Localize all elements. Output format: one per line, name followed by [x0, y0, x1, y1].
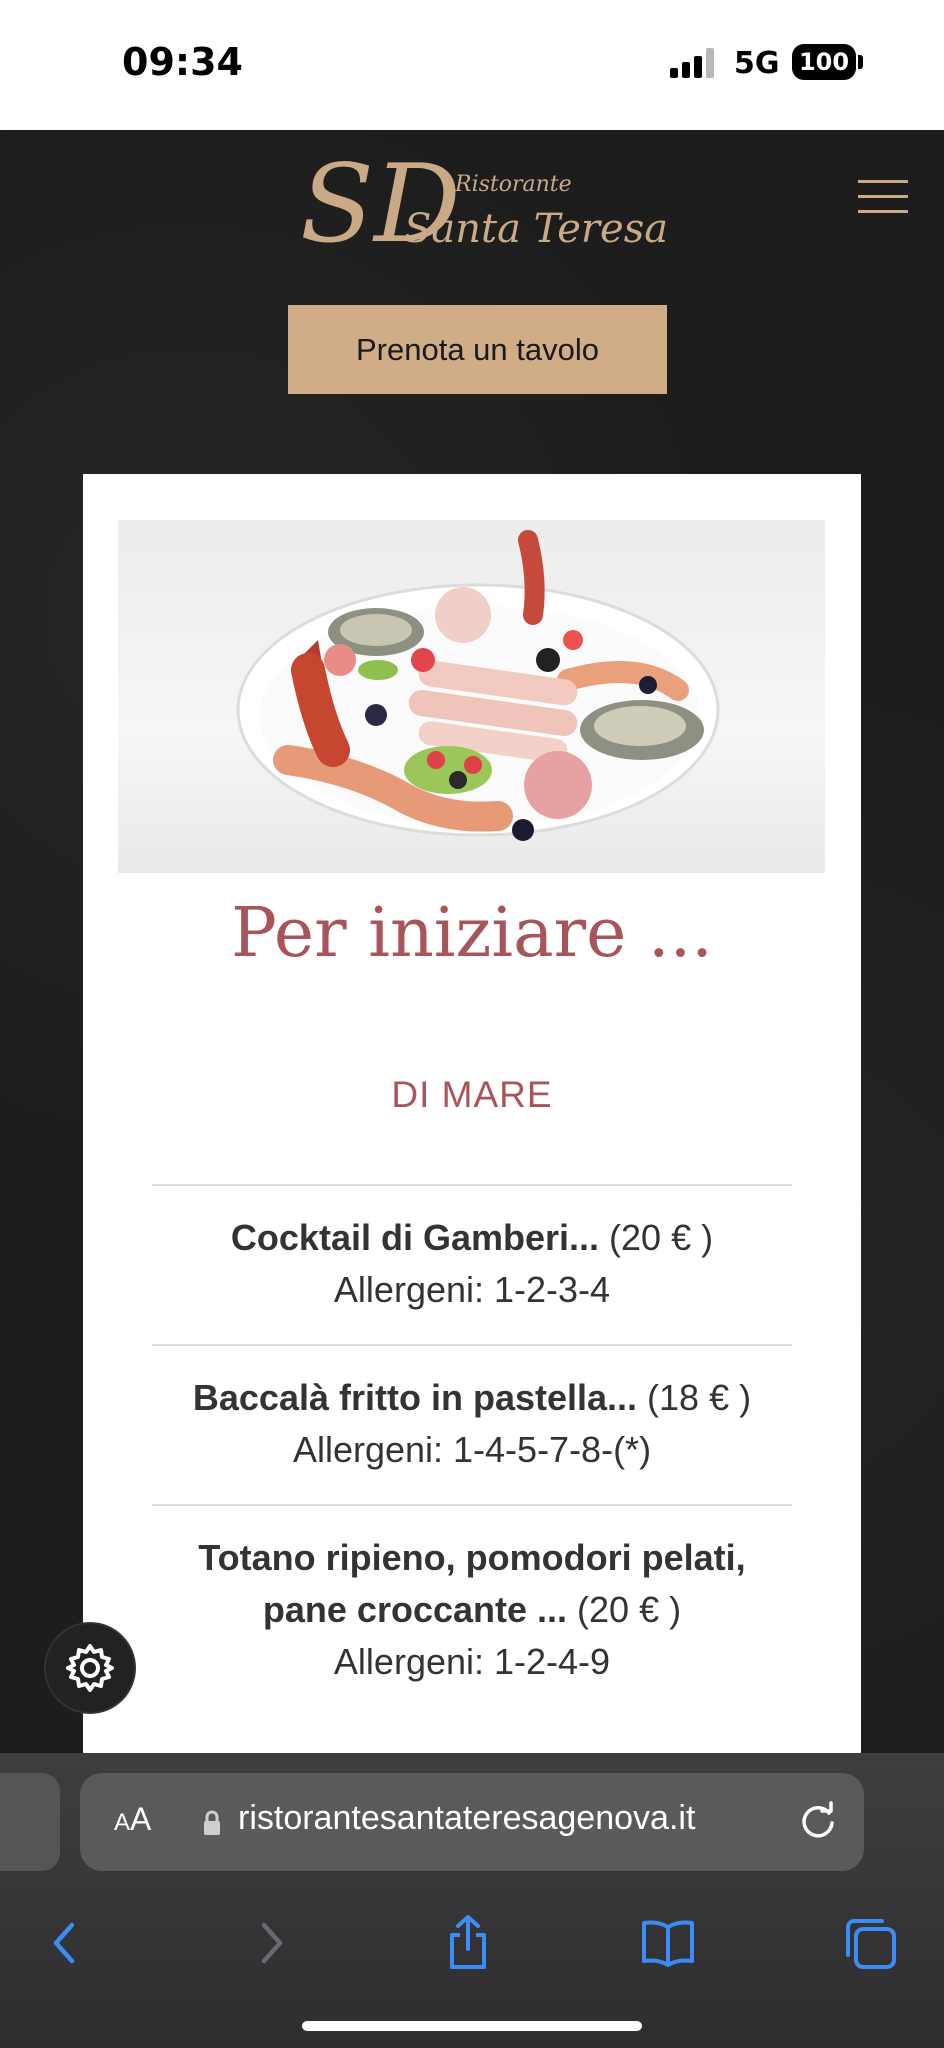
- network-label: 5G: [734, 46, 780, 81]
- gear-icon: [66, 1644, 114, 1692]
- battery-cap: [858, 55, 863, 69]
- dish-name: Baccalà fritto in pastella...: [192, 1377, 638, 1418]
- menu-list: Cocktail di Gamberi... (20 € ) Allergeni…: [152, 1184, 792, 1716]
- dish-price: (20 € ): [599, 1217, 714, 1258]
- section-title: Per iniziare ...: [231, 894, 713, 973]
- bookmarks-icon[interactable]: [638, 1913, 698, 1973]
- address-bar[interactable]: AA ristorantesantateresagenova.it: [80, 1773, 864, 1871]
- reload-icon[interactable]: [796, 1799, 840, 1843]
- forward-icon[interactable]: [240, 1913, 300, 1973]
- back-icon[interactable]: [36, 1913, 96, 1973]
- browser-toolbar: [0, 1903, 944, 1983]
- home-indicator[interactable]: [302, 2021, 642, 2031]
- status-bar: 09:34 5G 100: [0, 0, 944, 130]
- dish-allergens: Allergeni: 1-2-4-9: [333, 1641, 611, 1682]
- reader-options-button[interactable]: AA: [114, 1801, 151, 1838]
- dish-name: Cocktail di Gamberi...: [230, 1217, 600, 1258]
- url-text: ristorantesantateresagenova.it: [238, 1799, 696, 1837]
- dish-price: (18 € ): [637, 1377, 752, 1418]
- logo-title: Santa Teresa: [404, 206, 669, 252]
- book-table-button[interactable]: Prenota un tavolo: [288, 305, 667, 394]
- dish-photo: [118, 520, 825, 873]
- section-subtitle: DI MARE: [391, 1074, 553, 1115]
- menu-item: Cocktail di Gamberi... (20 € ) Allergeni…: [152, 1184, 792, 1344]
- menu-card: Per iniziare ... DI MARE Cocktail di Gam…: [83, 474, 861, 1753]
- restaurant-logo[interactable]: SD Ristorante Santa Teresa: [300, 140, 668, 270]
- logo-subtitle: Ristorante: [455, 172, 572, 197]
- menu-item: Baccalà fritto in pastella... (18 € ) Al…: [152, 1344, 792, 1504]
- accessibility-settings-button[interactable]: [44, 1622, 136, 1714]
- tabs-icon[interactable]: [840, 1913, 900, 1973]
- browser-bottom-bar: AA ristorantesantateresagenova.it: [0, 1753, 944, 2048]
- dish-price: (20 € ): [567, 1589, 682, 1630]
- website-content: SD Ristorante Santa Teresa Prenota un ta…: [0, 130, 944, 1753]
- hamburger-menu-icon[interactable]: [858, 176, 910, 216]
- share-icon[interactable]: [438, 1913, 498, 1973]
- dish-allergens: Allergeni: 1-4-5-7-8-(*): [292, 1429, 652, 1470]
- dish-allergens: Allergeni: 1-2-3-4: [333, 1269, 611, 1310]
- status-time: 09:34: [122, 40, 243, 84]
- menu-item: Totano ripieno, pomodori pelati, pane cr…: [152, 1504, 792, 1716]
- previous-tab-peek[interactable]: [0, 1773, 60, 1871]
- battery-icon: 100: [792, 44, 856, 80]
- lock-icon: [204, 1810, 220, 1835]
- signal-icon: [670, 48, 718, 78]
